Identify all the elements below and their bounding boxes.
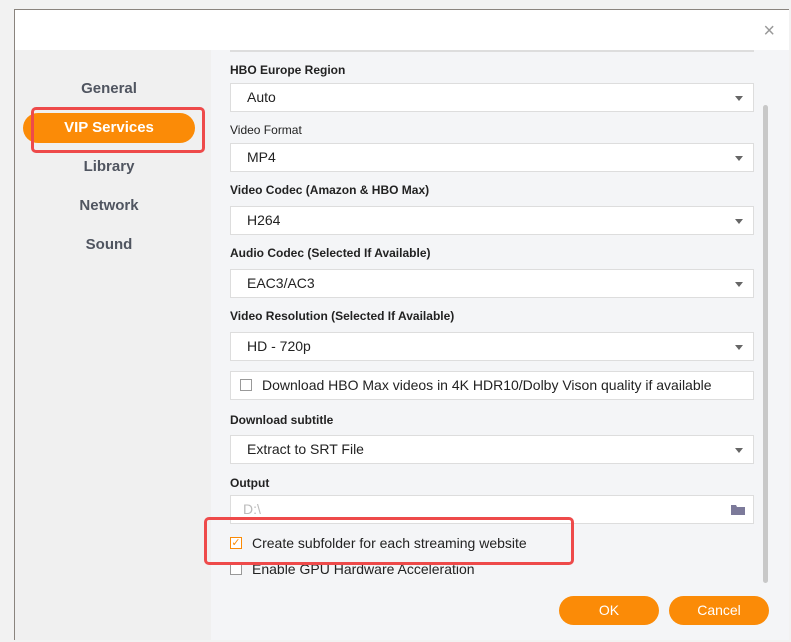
chevron-down-icon	[735, 96, 743, 101]
sidebar-item-sound[interactable]: Sound	[23, 230, 195, 260]
subtitle-label: Download subtitle	[230, 413, 334, 427]
chevron-down-icon	[735, 219, 743, 224]
divider	[230, 50, 754, 52]
settings-dialog: × General VIP Services Library Network S…	[14, 9, 789, 640]
settings-panel: HBO Europe Region Auto Video Format MP4 …	[204, 50, 789, 640]
ok-button[interactable]: OK	[559, 596, 659, 625]
video-resolution-label: Video Resolution (Selected If Available)	[230, 309, 455, 323]
chevron-down-icon	[735, 345, 743, 350]
hbo-region-select[interactable]: Auto	[230, 83, 754, 112]
audio-codec-select[interactable]: EAC3/AC3	[230, 269, 754, 298]
sidebar-item-library[interactable]: Library	[23, 152, 195, 182]
audio-codec-value: EAC3/AC3	[247, 275, 315, 291]
hbo-region-value: Auto	[247, 89, 276, 105]
sidebar-item-network[interactable]: Network	[23, 191, 195, 221]
hdr-checkbox-label: Download HBO Max videos in 4K HDR10/Dolb…	[262, 377, 712, 393]
chevron-down-icon	[735, 156, 743, 161]
sidebar-item-general[interactable]: General	[23, 74, 195, 104]
highlight-box	[204, 517, 574, 565]
subtitle-select[interactable]: Extract to SRT File	[230, 435, 754, 464]
highlight-box	[31, 107, 205, 153]
audio-codec-label: Audio Codec (Selected If Available)	[230, 246, 431, 260]
chevron-down-icon	[735, 448, 743, 453]
folder-icon[interactable]	[731, 504, 745, 515]
subtitle-value: Extract to SRT File	[247, 441, 364, 457]
video-codec-label: Video Codec (Amazon & HBO Max)	[230, 183, 430, 197]
hdr-checkbox[interactable]	[240, 379, 252, 392]
video-resolution-select[interactable]: HD - 720p	[230, 332, 754, 361]
close-icon[interactable]: ×	[763, 20, 775, 43]
hbo-region-label: HBO Europe Region	[230, 63, 346, 77]
video-resolution-value: HD - 720p	[247, 338, 311, 354]
video-format-value: MP4	[247, 149, 276, 165]
chevron-down-icon	[735, 282, 743, 287]
cancel-button[interactable]: Cancel	[669, 596, 769, 625]
output-path-value: D:\	[243, 501, 261, 517]
video-format-select[interactable]: MP4	[230, 143, 754, 172]
video-codec-value: H264	[247, 212, 281, 228]
output-label: Output	[230, 476, 270, 490]
scrollbar[interactable]	[763, 105, 768, 583]
gpu-checkbox[interactable]	[230, 563, 242, 576]
hdr-option-box: Download HBO Max videos in 4K HDR10/Dolb…	[230, 371, 754, 400]
video-format-label: Video Format	[230, 123, 302, 137]
video-codec-select[interactable]: H264	[230, 206, 754, 235]
